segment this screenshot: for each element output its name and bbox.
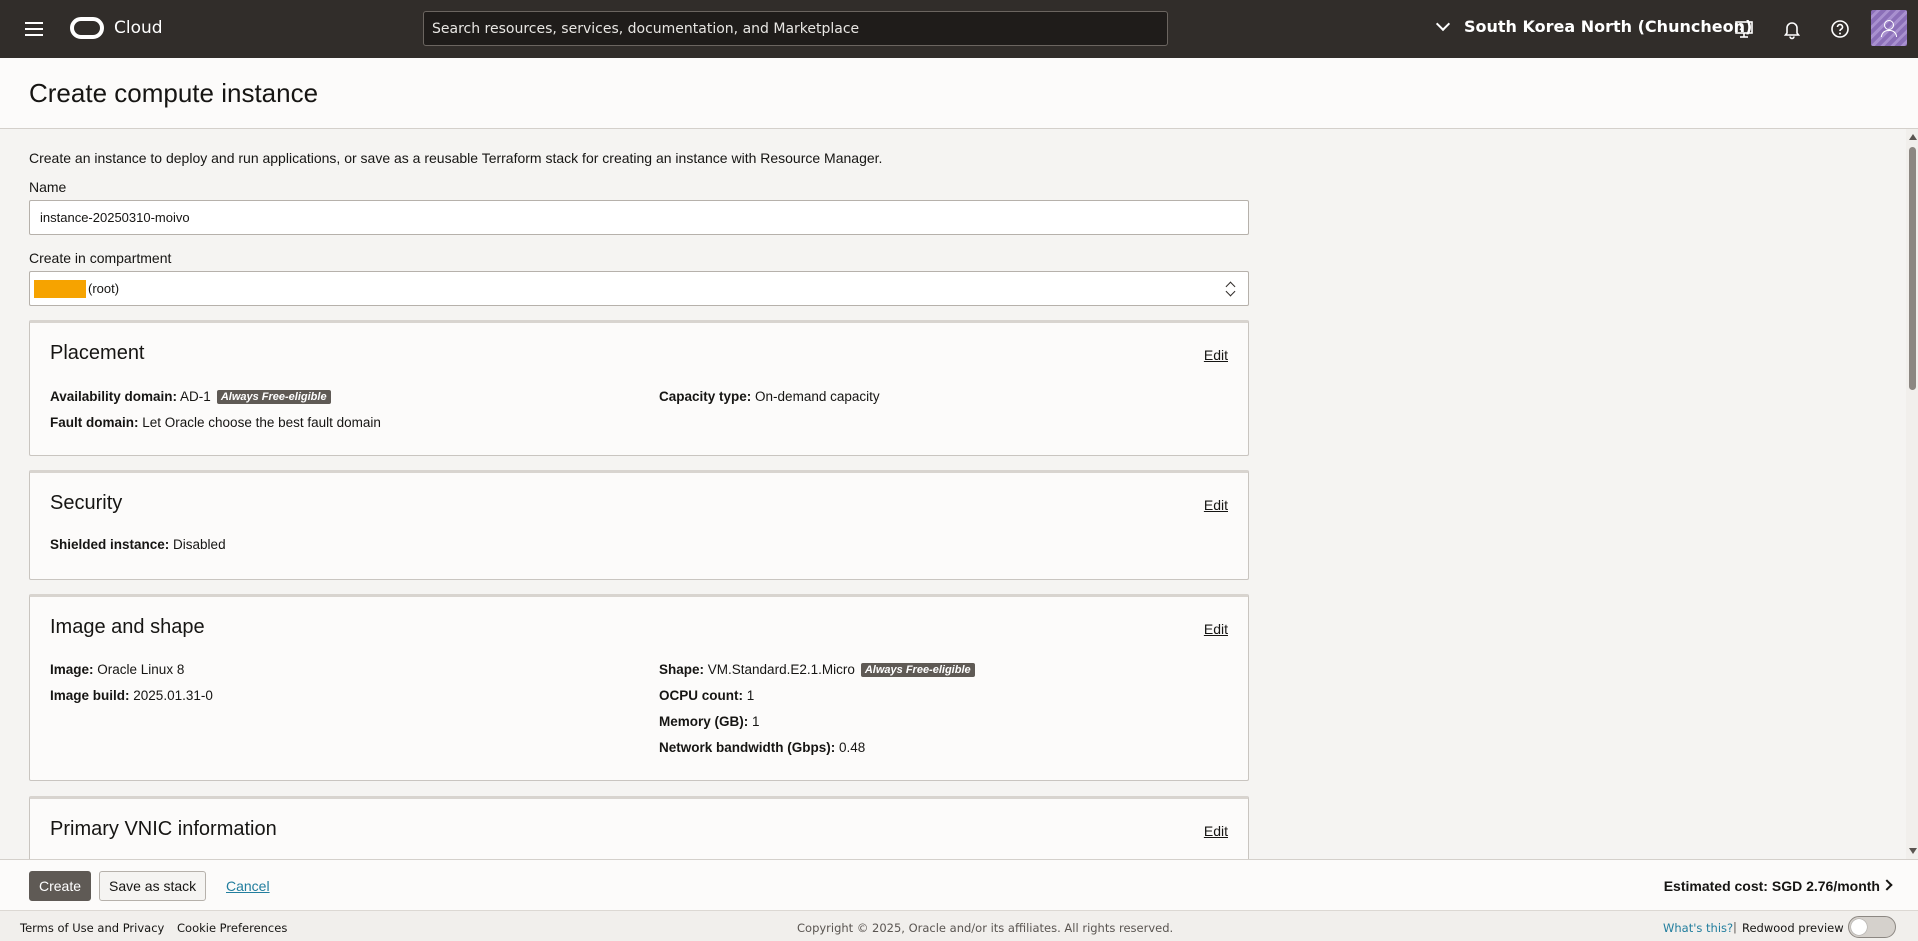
security-card: Security Edit Shielded instance: Disable… <box>29 470 1249 580</box>
scroll-up-arrow-icon[interactable] <box>1909 134 1917 140</box>
updown-icon <box>1226 281 1236 297</box>
availability-domain: Availability domain: AD-1 Always Free-eli… <box>50 389 331 404</box>
estimated-cost[interactable]: Estimated cost: SGD 2.76/month <box>1664 878 1880 894</box>
compartment-label: Create in compartment <box>29 250 172 266</box>
main-content: Create an instance to deploy and run app… <box>0 129 1906 859</box>
free-eligible-badge: Always Free-eligible <box>860 663 975 677</box>
scroll-thumb[interactable] <box>1909 147 1916 390</box>
brand-label[interactable]: Cloud <box>114 18 163 38</box>
shape-info: Shape: VM.Standard.E2.1.Micro Always Free… <box>659 662 975 677</box>
footer-separator: | <box>1733 920 1737 934</box>
image-info: Image: Oracle Linux 8 <box>50 662 185 677</box>
intro-text: Create an instance to deploy and run app… <box>29 150 883 166</box>
image-build: Image build: 2025.01.31-0 <box>50 688 213 703</box>
search-input[interactable] <box>423 11 1168 46</box>
footer: Terms of Use and Privacy Cookie Preferen… <box>0 910 1918 941</box>
copyright-text: Copyright © 2025, Oracle and/or its affi… <box>797 921 1174 935</box>
region-selector[interactable]: South Korea North (Chuncheon) <box>1435 16 1753 36</box>
redacted-block <box>34 279 86 298</box>
cancel-link[interactable]: Cancel <box>226 878 270 894</box>
page-header: Create compute instance <box>0 58 1918 129</box>
page-scrollbar[interactable] <box>1906 129 1918 859</box>
chevron-right-icon[interactable] <box>1881 879 1893 891</box>
action-bar: Create Save as stack Cancel Estimated co… <box>0 859 1918 910</box>
help-icon[interactable] <box>1829 18 1851 40</box>
top-header: Cloud South Korea North (Chuncheon) <box>0 0 1918 58</box>
region-label: South Korea North (Chuncheon) <box>1464 17 1753 36</box>
user-avatar[interactable] <box>1871 10 1907 46</box>
ocpu-count: OCPU count: 1 <box>659 688 755 703</box>
shielded-instance: Shielded instance: Disabled <box>50 537 226 552</box>
bell-icon[interactable] <box>1781 18 1803 40</box>
image-shape-card: Image and shape Edit Image: Oracle Linux… <box>29 594 1249 781</box>
hamburger-menu-icon[interactable] <box>22 18 46 38</box>
network-bandwidth: Network bandwidth (Gbps): 0.48 <box>659 740 866 755</box>
placement-edit-link[interactable]: Edit <box>1204 347 1228 363</box>
image-shape-title: Image and shape <box>50 616 205 638</box>
cookie-preferences-link[interactable]: Cookie Preferences <box>177 921 287 935</box>
fault-domain: Fault domain: Let Oracle choose the best… <box>50 415 381 430</box>
oracle-logo-icon[interactable] <box>70 17 104 39</box>
redwood-preview-toggle[interactable] <box>1848 916 1896 938</box>
whats-this-link[interactable]: What's this? <box>1663 921 1733 935</box>
compartment-value: (root) <box>88 281 120 296</box>
redwood-preview-label: Redwood preview <box>1742 921 1844 935</box>
image-shape-edit-link[interactable]: Edit <box>1204 621 1228 637</box>
placement-title: Placement <box>50 342 145 364</box>
capacity-type: Capacity type: On-demand capacity <box>659 389 880 404</box>
page-title: Create compute instance <box>29 78 319 108</box>
free-eligible-badge: Always Free-eligible <box>216 390 331 404</box>
vnic-title: Primary VNIC information <box>50 818 277 840</box>
vnic-card: Primary VNIC information Edit <box>29 796 1249 859</box>
terms-link[interactable]: Terms of Use and Privacy <box>20 921 164 935</box>
compartment-select[interactable]: (root) <box>29 271 1249 306</box>
save-as-stack-button[interactable]: Save as stack <box>99 871 207 901</box>
name-label: Name <box>29 179 67 195</box>
name-input[interactable] <box>29 200 1249 235</box>
vnic-edit-link[interactable]: Edit <box>1204 823 1228 839</box>
scroll-down-arrow-icon[interactable] <box>1909 848 1917 854</box>
cloud-shell-icon[interactable] <box>1733 18 1755 40</box>
chevron-down-icon <box>1435 16 1451 31</box>
placement-card: Placement Edit Availability domain: AD-1… <box>29 320 1249 456</box>
security-title: Security <box>50 492 123 514</box>
security-edit-link[interactable]: Edit <box>1204 497 1228 513</box>
memory-gb: Memory (GB): 1 <box>659 714 760 729</box>
create-button[interactable]: Create <box>29 871 92 901</box>
